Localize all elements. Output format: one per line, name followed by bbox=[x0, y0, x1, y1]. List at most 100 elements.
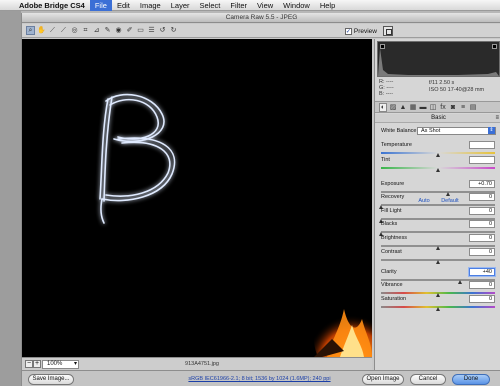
slider-value-field[interactable]: 0 bbox=[469, 234, 495, 242]
slider-blacks: Blacks 0 bbox=[378, 220, 495, 236]
zoom-out-button[interactable]: − bbox=[25, 360, 33, 368]
red-eye-icon[interactable]: ◉ bbox=[114, 26, 123, 35]
slider-label: Tint bbox=[381, 157, 390, 163]
rotate-left-icon[interactable]: ↺ bbox=[158, 26, 167, 35]
tone-curve-tab-icon[interactable]: ▨ bbox=[389, 103, 397, 112]
menu-image[interactable]: Image bbox=[135, 0, 166, 11]
slider-label: Blacks bbox=[381, 221, 398, 227]
preview-checkbox[interactable]: ✓ bbox=[344, 27, 352, 35]
zoom-bar: − + 100% 913A4751.jpg bbox=[22, 357, 372, 370]
slider-value-field[interactable]: 0 bbox=[469, 295, 495, 303]
target-adjust-icon[interactable]: ◎ bbox=[70, 26, 79, 35]
crop-icon[interactable]: ⌗ bbox=[81, 26, 90, 35]
slider-value-field[interactable]: 0 bbox=[469, 248, 495, 256]
tool-bar: ⌕ ✋ ⟋ ⟋ ◎ ⌗ ⊿ ✎ ◉ ✐ ▭ ☰ ↺ ↻ ✓ Preview bbox=[22, 24, 500, 38]
slider-value-field[interactable]: +0.70 bbox=[469, 180, 495, 188]
color-sampler-icon[interactable]: ⟋ bbox=[59, 26, 68, 35]
slider-label: Clarity bbox=[381, 269, 397, 275]
white-balance-select[interactable]: As Shot bbox=[417, 127, 496, 135]
letter-b-light-trail bbox=[99, 93, 176, 224]
slider-label: Contrast bbox=[381, 249, 402, 255]
preview-toggle[interactable]: ✓ Preview bbox=[344, 26, 377, 36]
adjustment-brush-icon[interactable]: ✐ bbox=[125, 26, 134, 35]
section-title: Basic bbox=[375, 114, 500, 123]
save-image-button[interactable]: Save Image... bbox=[28, 374, 74, 385]
split-toning-tab-icon[interactable]: ▬ bbox=[419, 103, 427, 112]
slider-label: Vibrance bbox=[381, 282, 403, 288]
menu-file[interactable]: File bbox=[89, 0, 112, 11]
slider-label: Recovery bbox=[381, 194, 405, 200]
slider-saturation: Saturation 0 bbox=[381, 295, 495, 311]
graduated-filter-icon[interactable]: ▭ bbox=[136, 26, 145, 35]
basic-tab-icon[interactable]: ◐ bbox=[379, 103, 387, 112]
slider-value-field[interactable]: +40 bbox=[469, 268, 495, 276]
hand-icon[interactable]: ✋ bbox=[37, 26, 46, 35]
menu-bar: Adobe Bridge CS4 File Edit Image Layer S… bbox=[0, 0, 500, 11]
menu-help[interactable]: Help bbox=[315, 0, 340, 11]
effects-tab-icon[interactable]: fx bbox=[439, 103, 447, 112]
rotate-right-icon[interactable]: ↻ bbox=[169, 26, 178, 35]
slider-label: Temperature bbox=[381, 142, 412, 148]
slider-tint: Tint bbox=[381, 156, 495, 172]
menu-select[interactable]: Select bbox=[195, 0, 226, 11]
slider-track[interactable] bbox=[381, 204, 495, 206]
workflow-options-link[interactable]: sRGB IEC61966-2.1; 8 bit; 1536 by 1024 (… bbox=[172, 376, 347, 382]
preview-label: Preview bbox=[353, 27, 377, 35]
image-filename: 913A4751.jpg bbox=[185, 361, 219, 367]
histogram bbox=[377, 41, 500, 77]
slider-value-field[interactable]: 0 bbox=[469, 207, 495, 215]
slider-value-field[interactable]: 0 bbox=[469, 281, 495, 289]
slider-recovery: Recovery 0 bbox=[378, 193, 495, 209]
cancel-button[interactable]: Cancel bbox=[410, 374, 446, 385]
bottom-bar: Save Image... sRGB IEC61966-2.1; 8 bit; … bbox=[22, 370, 500, 386]
hsl-tab-icon[interactable]: ▦ bbox=[409, 103, 417, 112]
open-image-button[interactable]: Open Image bbox=[362, 374, 404, 385]
white-balance-row: White Balance: As Shot bbox=[381, 127, 499, 136]
camera-calibration-tab-icon[interactable]: ◙ bbox=[449, 103, 457, 112]
done-button[interactable]: Done bbox=[452, 374, 490, 385]
zoom-in-button[interactable]: + bbox=[33, 360, 41, 368]
slider-label: Brightness bbox=[381, 235, 407, 241]
histogram-graph bbox=[378, 48, 499, 76]
spot-removal-icon[interactable]: ✎ bbox=[103, 26, 112, 35]
slider-vibrance: Vibrance 0 bbox=[381, 281, 495, 297]
menu-layer[interactable]: Layer bbox=[166, 0, 195, 11]
light-painting-image bbox=[99, 93, 372, 357]
exif-iso-lens: ISO 50 17-40@28 mm bbox=[429, 87, 485, 93]
slider-value-field[interactable]: 0 bbox=[469, 193, 495, 201]
menu-app-name[interactable]: Adobe Bridge CS4 bbox=[14, 0, 90, 11]
image-canvas[interactable] bbox=[22, 39, 372, 357]
slider-thumb[interactable] bbox=[435, 307, 440, 311]
menu-filter[interactable]: Filter bbox=[225, 0, 252, 11]
detail-tab-icon[interactable]: ▲ bbox=[399, 103, 407, 112]
white-balance-icon[interactable]: ⟋ bbox=[48, 26, 57, 35]
slider-value-field[interactable] bbox=[469, 141, 495, 149]
straighten-icon[interactable]: ⊿ bbox=[92, 26, 101, 35]
slider-value-field[interactable]: 0 bbox=[469, 220, 495, 228]
slider-thumb[interactable] bbox=[435, 168, 440, 172]
menu-view[interactable]: View bbox=[252, 0, 278, 11]
panel-tabs: ◐ ▨ ▲ ▦ ▬ ◫ fx ◙ ≡ ▤ bbox=[375, 101, 500, 113]
slider-temperature: Temperature bbox=[381, 141, 495, 157]
readout-b: B: ---- bbox=[379, 91, 394, 97]
slider-label: Saturation bbox=[381, 296, 407, 302]
slider-thumb[interactable] bbox=[435, 260, 440, 264]
zoom-level-select[interactable]: 100% bbox=[42, 360, 79, 369]
preferences-icon[interactable]: ☰ bbox=[147, 26, 156, 35]
slider-label: Fill Light bbox=[381, 208, 402, 214]
slider-value-field[interactable] bbox=[469, 156, 495, 164]
exif-aperture-shutter: f/11 2.50 s bbox=[429, 80, 455, 86]
lens-corrections-tab-icon[interactable]: ◫ bbox=[429, 103, 437, 112]
snapshots-tab-icon[interactable]: ▤ bbox=[469, 103, 477, 112]
menu-window[interactable]: Window bbox=[278, 0, 315, 11]
campfire-glow bbox=[314, 299, 372, 357]
white-balance-label: White Balance: bbox=[381, 128, 418, 134]
slider-track[interactable] bbox=[381, 231, 495, 233]
pixel-readout: R: ---- G: ---- B: ---- f/11 2.50 s ISO … bbox=[379, 79, 499, 101]
menu-edit[interactable]: Edit bbox=[112, 0, 135, 11]
presets-tab-icon[interactable]: ≡ bbox=[459, 103, 467, 112]
fullscreen-icon[interactable] bbox=[383, 26, 393, 36]
slider-label: Exposure bbox=[381, 181, 405, 187]
zoom-icon[interactable]: ⌕ bbox=[26, 26, 35, 35]
desktop-background bbox=[0, 11, 21, 386]
